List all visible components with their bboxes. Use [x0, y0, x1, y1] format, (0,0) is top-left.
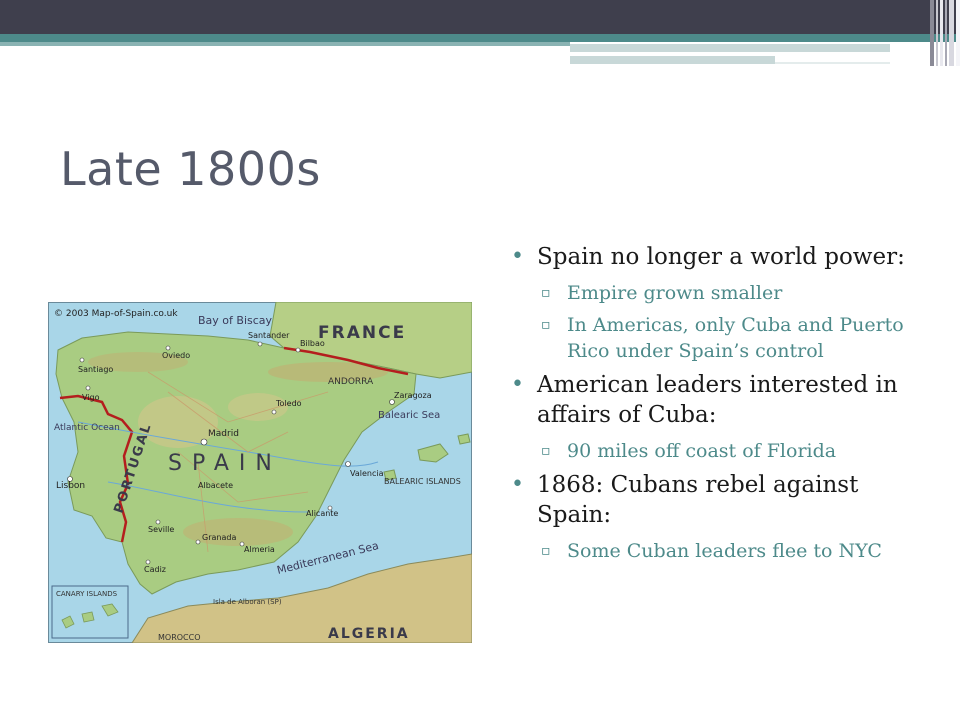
decor-line	[775, 62, 890, 64]
svg-text:Madrid: Madrid	[208, 429, 239, 439]
svg-text:Bay of Biscay: Bay of Biscay	[198, 314, 273, 327]
svg-text:Balearic Sea: Balearic Sea	[378, 410, 440, 421]
svg-text:ALGERIA: ALGERIA	[328, 626, 410, 642]
bullet-dot-icon: •	[511, 244, 524, 269]
bullet-list: • Spain no longer a world power: ▫ Empire …	[505, 242, 920, 570]
svg-text:FRANCE: FRANCE	[318, 323, 406, 343]
bullet-item: • American leaders interested in affairs …	[505, 370, 920, 430]
teal-stripe	[0, 34, 960, 42]
svg-text:Oviedo: Oviedo	[162, 351, 190, 360]
bullet-item: • 1868: Cubans rebel against Spain:	[505, 470, 920, 530]
top-banner	[0, 0, 960, 34]
bullet-text: Spain no longer a world power:	[537, 244, 905, 270]
map-of-spain: © 2003 Map-of-Spain.co.uk Bay of Biscay …	[48, 302, 472, 643]
svg-text:Seville: Seville	[148, 525, 174, 534]
svg-text:Almeria: Almeria	[244, 545, 275, 554]
bullet-item: • Spain no longer a world power:	[505, 242, 920, 272]
bullet-dot-icon: •	[511, 372, 524, 397]
slide-title: Late 1800s	[60, 142, 321, 196]
svg-text:Albacete: Albacete	[198, 481, 233, 490]
svg-text:Lisbon: Lisbon	[56, 481, 85, 491]
menorca	[457, 433, 471, 445]
sub-bullet-text: Some Cuban leaders flee to NYC	[567, 540, 882, 562]
square-bullet-icon: ▫	[541, 285, 551, 301]
sub-bullet-item: ▫ In Americas, only Cuba and Puerto Rico …	[505, 312, 920, 364]
teal-stripe-light	[0, 42, 570, 46]
square-bullet-icon: ▫	[541, 543, 551, 559]
bullet-dot-icon: •	[511, 472, 524, 497]
decor-vertical-bars	[930, 0, 960, 66]
svg-text:BALEARIC ISLANDS: BALEARIC ISLANDS	[384, 477, 461, 486]
svg-text:Vigo: Vigo	[82, 393, 100, 402]
square-bullet-icon: ▫	[541, 317, 551, 333]
svg-text:CANARY ISLANDS: CANARY ISLANDS	[56, 590, 118, 598]
svg-text:Cadiz: Cadiz	[144, 565, 166, 574]
svg-text:Granada: Granada	[202, 533, 236, 542]
decor-line	[570, 52, 890, 54]
sub-bullet-text: Empire grown smaller	[567, 282, 783, 304]
svg-text:ANDORRA: ANDORRA	[328, 377, 374, 387]
svg-text:Atlantic Ocean: Atlantic Ocean	[54, 423, 120, 433]
svg-text:MOROCCO: MOROCCO	[158, 633, 201, 642]
svg-text:Valencia: Valencia	[350, 469, 384, 478]
sub-bullet-text: In Americas, only Cuba and Puerto Rico u…	[567, 314, 904, 362]
svg-text:Santiago: Santiago	[78, 365, 113, 374]
svg-text:Santander: Santander	[248, 331, 290, 340]
bullet-text: American leaders interested in affairs o…	[537, 372, 898, 428]
sub-bullet-item: ▫ 90 miles off coast of Florida	[505, 438, 920, 464]
sub-bullet-item: ▫ Empire grown smaller	[505, 280, 920, 306]
decor-line	[570, 44, 890, 52]
sub-bullet-text: 90 miles off coast of Florida	[567, 440, 837, 462]
bullet-text: 1868: Cubans rebel against Spain:	[537, 472, 859, 528]
square-bullet-icon: ▫	[541, 443, 551, 459]
decor-line	[570, 56, 775, 64]
svg-text:Toledo: Toledo	[275, 399, 302, 408]
svg-text:Alicante: Alicante	[306, 509, 338, 518]
svg-text:Zaragoza: Zaragoza	[394, 391, 432, 400]
sub-bullet-item: ▫ Some Cuban leaders flee to NYC	[505, 538, 920, 564]
svg-text:© 2003 Map-of-Spain.co.uk: © 2003 Map-of-Spain.co.uk	[54, 309, 178, 319]
svg-text:SPAIN: SPAIN	[168, 451, 282, 476]
svg-text:Bilbao: Bilbao	[300, 339, 325, 348]
svg-text:Isla de Alboran (SP): Isla de Alboran (SP)	[213, 598, 282, 606]
